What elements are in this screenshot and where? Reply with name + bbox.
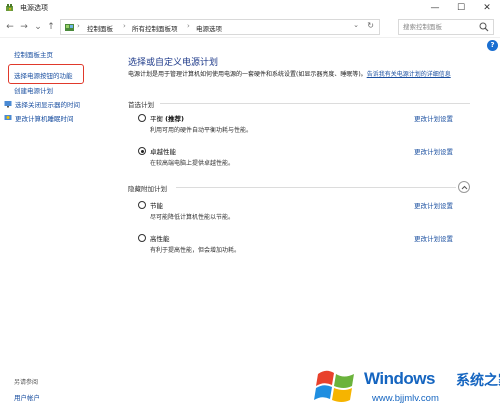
- address-bar: ← → ⌄ ↑ › 控制面板 › 所有控制面板项 › 电源选项 ⌄ ↻: [0, 16, 500, 38]
- breadcrumb-separator: ›: [187, 22, 190, 30]
- site-watermark: Windows 系统之家 www.bjjmlv.com: [308, 362, 500, 410]
- sidebar-item-sleep-time[interactable]: 更改计算机睡眠时间: [4, 113, 74, 123]
- watermark-brand: Windows: [364, 369, 435, 388]
- power-plan-info-link[interactable]: 告诉我有关电源计划的详细信息: [367, 71, 451, 78]
- refresh-icon[interactable]: ↻: [367, 21, 374, 30]
- sidebar-item-display-off-time[interactable]: 选择关闭显示器的时间: [4, 99, 80, 109]
- forward-button[interactable]: →: [18, 20, 30, 34]
- recommended-tag: (推荐): [165, 115, 185, 123]
- main-content: 选择或自定义电源计划 电源计划是用于管理计算机如何使用电源的一套硬件和系统设置(…: [128, 40, 498, 410]
- up-button[interactable]: ↑: [45, 20, 57, 34]
- plan-ultimate-performance: 卓越性能 在较高端电脑上提供卓越性能。 更改计划设置: [138, 146, 478, 172]
- plan-radio-power-saver[interactable]: [138, 201, 146, 209]
- display-icon: [4, 101, 12, 108]
- change-plan-settings-link[interactable]: 更改计划设置: [414, 146, 453, 156]
- windows-logo-icon: [314, 370, 354, 402]
- breadcrumb-control-panel[interactable]: 控制面板: [87, 23, 113, 33]
- search-icon[interactable]: [479, 22, 489, 32]
- page-description: 电源计划是用于管理计算机如何使用电源的一套硬件和系统设置(如显示器亮度、睡眠等)…: [128, 70, 468, 79]
- window-title: 电源选项: [20, 4, 48, 12]
- user-accounts-link[interactable]: 用户帐户: [14, 392, 40, 402]
- change-plan-settings-link[interactable]: 更改计划设置: [414, 233, 453, 243]
- sidebar-item-power-button-function[interactable]: 选择电源按钮的功能: [14, 70, 73, 80]
- description-text: 电源计划是用于管理计算机如何使用电源的一套硬件和系统设置(如显示器亮度、睡眠等)…: [128, 71, 367, 78]
- plan-description: 在较高端电脑上提供卓越性能。: [150, 160, 235, 167]
- plan-description: 有利于提高性能，但会增加功耗。: [150, 247, 241, 254]
- title-bar: 电源选项 — ☐ ✕: [0, 0, 500, 16]
- plan-name-text: 平衡: [150, 115, 163, 123]
- plan-name[interactable]: 高性能: [150, 233, 170, 243]
- minimize-button[interactable]: —: [424, 1, 446, 15]
- watermark-url: www.bjjmlv.com: [372, 393, 439, 404]
- collapse-hidden-plans-button[interactable]: [458, 181, 470, 193]
- hidden-plans-header: 隐藏附加计划: [128, 185, 167, 193]
- plan-radio-ultimate-performance[interactable]: [138, 147, 146, 155]
- search-box: [398, 19, 494, 35]
- plan-radio-high-performance[interactable]: [138, 234, 146, 242]
- sidebar-item-label: 选择关闭显示器的时间: [15, 101, 80, 109]
- plan-name[interactable]: 平衡 (推荐): [150, 113, 184, 123]
- plan-description: 利用可用的硬件自动平衡功耗与性能。: [150, 127, 253, 134]
- sidebar-item-control-panel-home[interactable]: 控制面板主页: [14, 49, 53, 59]
- breadcrumb-power-options[interactable]: 电源选项: [196, 23, 222, 33]
- plan-radio-balanced[interactable]: [138, 114, 146, 122]
- plan-description: 尽可能降低计算机性能以节能。: [150, 214, 235, 221]
- power-options-icon: [6, 4, 13, 11]
- watermark-site-name: 系统之家: [456, 373, 500, 389]
- preferred-plans-header: 首选计划: [128, 101, 154, 109]
- breadcrumb-separator: ›: [77, 22, 80, 30]
- see-also-label: 另请参阅: [14, 379, 39, 386]
- address-field[interactable]: › 控制面板 › 所有控制面板项 › 电源选项 ⌄ ↻: [60, 19, 380, 35]
- address-dropdown-icon[interactable]: ⌄: [353, 21, 359, 29]
- breadcrumb-separator: ›: [123, 22, 126, 30]
- close-button[interactable]: ✕: [476, 1, 498, 15]
- change-plan-settings-link[interactable]: 更改计划设置: [414, 200, 453, 210]
- sidebar-item-create-power-plan[interactable]: 创建电源计划: [14, 85, 53, 95]
- plan-balanced: 平衡 (推荐) 利用可用的硬件自动平衡功耗与性能。 更改计划设置: [138, 113, 478, 139]
- section-divider: [160, 103, 470, 104]
- sidebar-item-label: 更改计算机睡眠时间: [15, 115, 74, 123]
- control-panel-icon: [65, 24, 74, 31]
- plan-power-saver: 节能 尽可能降低计算机性能以节能。 更改计划设置: [138, 200, 478, 226]
- maximize-button[interactable]: ☐: [450, 1, 472, 15]
- search-input[interactable]: [399, 20, 477, 34]
- plan-name[interactable]: 节能: [150, 200, 163, 210]
- change-plan-settings-link[interactable]: 更改计划设置: [414, 113, 453, 123]
- plan-high-performance: 高性能 有利于提高性能，但会增加功耗。 更改计划设置: [138, 233, 478, 259]
- breadcrumb-all-items[interactable]: 所有控制面板项: [132, 23, 178, 33]
- section-divider: [176, 187, 456, 188]
- moon-icon: [4, 115, 12, 120]
- sidebar: 控制面板主页 选择电源按钮的功能 创建电源计划 选择关闭显示器的时间 更改计算机…: [0, 40, 120, 410]
- back-button[interactable]: ←: [4, 20, 16, 34]
- chevron-up-icon: [461, 185, 468, 190]
- recent-locations-button[interactable]: ⌄: [32, 20, 44, 34]
- page-title: 选择或自定义电源计划: [128, 58, 219, 68]
- plan-name[interactable]: 卓越性能: [150, 146, 176, 156]
